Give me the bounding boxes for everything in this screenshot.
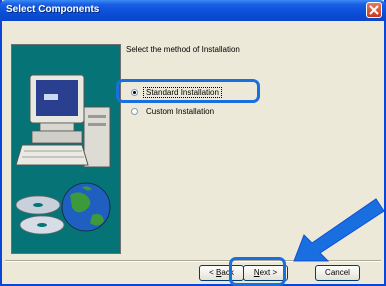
computer-icon: [15, 74, 111, 168]
option-custom-installation[interactable]: Custom Installation: [131, 105, 217, 117]
title-bar[interactable]: Select Components: [0, 0, 386, 21]
globe-icon: [61, 182, 111, 232]
close-icon: [369, 5, 379, 15]
cancel-button[interactable]: Cancel: [315, 265, 360, 281]
close-button[interactable]: [366, 2, 382, 18]
pointer-arrow: [293, 198, 385, 262]
installation-prompt: Select the method of Installation: [126, 45, 240, 54]
setup-illustration: [11, 44, 121, 254]
setup-illustration-graphic: [15, 74, 111, 235]
option-label-custom[interactable]: Custom Installation: [143, 106, 217, 117]
radio-custom[interactable]: [131, 107, 138, 115]
cd-icon: [15, 195, 65, 235]
window-title: Select Components: [6, 4, 100, 15]
standard-option-highlight: [116, 79, 260, 103]
next-button-highlight: [229, 257, 286, 286]
